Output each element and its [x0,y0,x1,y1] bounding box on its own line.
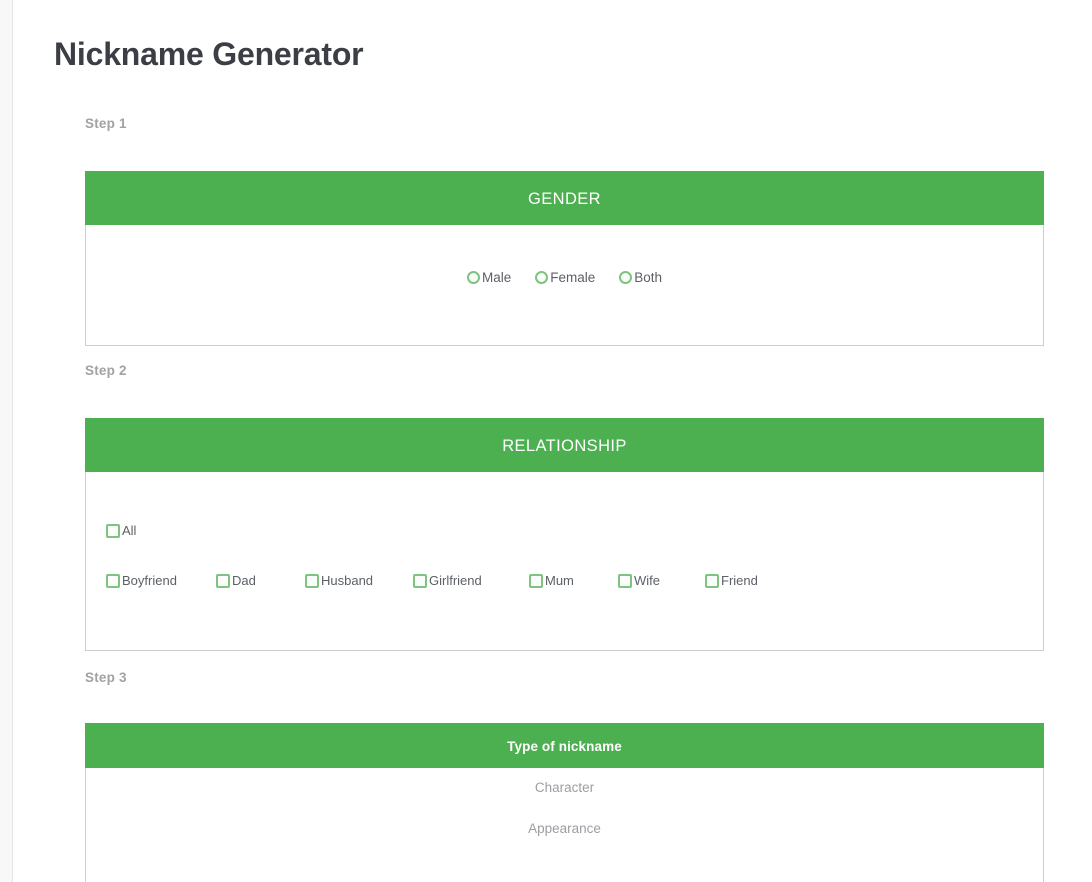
checkbox-square-icon[interactable] [529,573,543,588]
page-title: Nickname Generator [54,36,364,73]
radio-label-male: Male [481,270,512,285]
radio-label-female: Female [550,270,596,285]
checkbox-square-icon[interactable] [305,573,319,588]
gender-card-body: Male Female Both [86,225,1043,345]
checkbox-square-icon[interactable] [216,573,230,588]
checkbox-label-girlfriend: Girlfriend [429,573,482,588]
checkbox-square-icon[interactable] [106,523,120,538]
checkbox-label-boyfriend: Boyfriend [122,573,177,588]
step-1-label: Step 1 [85,116,127,131]
checkbox-option-friend[interactable]: Friend [705,573,758,588]
checkbox-label-friend: Friend [721,573,758,588]
gender-radio-group: Male Female Both [86,270,1043,285]
checkbox-option-girlfriend[interactable]: Girlfriend [413,573,482,588]
checkbox-option-dad[interactable]: Dad [216,573,256,588]
type-option-appearance[interactable]: Appearance [86,821,1043,836]
checkbox-option-husband[interactable]: Husband [305,573,373,588]
page-root: Nickname Generator Step 1 GENDER Male Fe… [0,0,1092,882]
radio-label-both: Both [634,270,663,285]
radio-circle-icon[interactable] [535,271,549,284]
checkbox-option-mum[interactable]: Mum [529,573,574,588]
type-option-character[interactable]: Character [86,780,1043,795]
checkbox-square-icon[interactable] [106,573,120,588]
type-card-header: Type of nickname [85,723,1044,768]
step-3-label: Step 3 [85,670,127,685]
type-card-body: Character Appearance [86,768,1043,882]
checkbox-option-boyfriend[interactable]: Boyfriend [106,573,177,588]
checkbox-label-husband: Husband [321,573,374,588]
radio-option-female[interactable]: Female [535,270,595,285]
relationship-card-header: RELATIONSHIP [85,418,1044,472]
checkbox-square-icon[interactable] [618,573,632,588]
checkbox-label-all: All [122,523,137,538]
relationship-checkbox-group: Boyfriend Dad Husband Girlfriend Mum Wif… [106,573,1021,593]
type-card: Character Appearance [85,768,1044,882]
checkbox-square-icon[interactable] [413,573,427,588]
radio-option-both[interactable]: Both [619,270,662,285]
checkbox-square-icon[interactable] [705,573,719,588]
gender-card-header: GENDER [85,171,1044,225]
checkbox-option-wife[interactable]: Wife [618,573,660,588]
checkbox-label-dad: Dad [232,573,256,588]
radio-option-male[interactable]: Male [466,270,512,285]
radio-circle-icon[interactable] [466,271,480,284]
checkbox-option-all[interactable]: All [106,523,136,538]
step-2-label: Step 2 [85,363,127,378]
gender-card: Male Female Both [85,225,1044,346]
radio-circle-icon[interactable] [619,271,633,284]
left-gutter-strip [0,0,13,882]
checkbox-label-mum: Mum [545,573,574,588]
checkbox-label-wife: Wife [634,573,660,588]
relationship-card: All Boyfriend Dad Husband Girlfriend Mum… [85,472,1044,651]
relationship-card-body: All Boyfriend Dad Husband Girlfriend Mum… [86,472,1043,650]
